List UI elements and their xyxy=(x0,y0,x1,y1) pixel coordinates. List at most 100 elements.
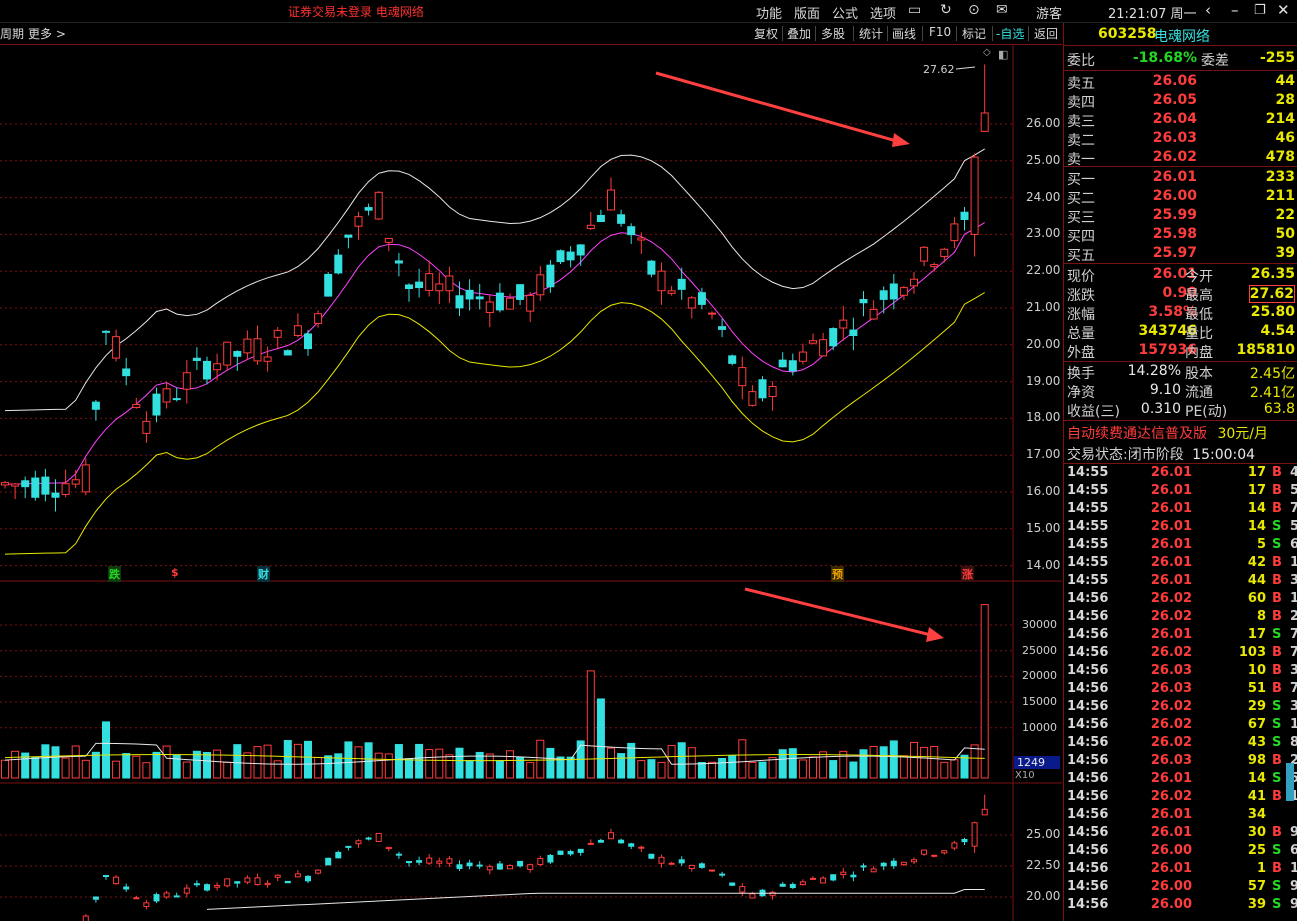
maximize-icon[interactable]: ❐ xyxy=(1254,3,1266,18)
tick-row[interactable]: 14:55 26.01 14 S 5 xyxy=(1064,519,1297,537)
candle-body xyxy=(283,350,292,356)
tool-multi-stock[interactable]: 多股 xyxy=(821,25,845,42)
tick-row[interactable]: 14:55 26.01 5 S 6 xyxy=(1064,537,1297,555)
tick-side: B xyxy=(1272,789,1282,804)
volume-bar xyxy=(11,750,20,779)
event-marker-dividend[interactable]: $ xyxy=(170,566,180,579)
tick-row[interactable]: 14:56 26.02 67 S 17 xyxy=(1064,717,1297,735)
period-selector[interactable]: 周期 xyxy=(0,25,24,42)
tick-count: 11 xyxy=(1290,555,1297,570)
volume-bar xyxy=(192,750,201,779)
event-marker-finance[interactable]: 财 xyxy=(257,566,270,582)
tick-volume: 10 xyxy=(1247,663,1266,678)
tick-row[interactable]: 14:5626.0114S5 xyxy=(1064,771,1297,789)
event-marker-fall[interactable]: 跌 xyxy=(108,566,121,582)
tick-volume: 8 xyxy=(1256,609,1266,624)
lower-candle-body xyxy=(840,871,847,876)
back-icon[interactable]: ‹ xyxy=(1205,1,1211,19)
menu-function[interactable]: 功能 xyxy=(756,3,782,22)
refresh-icon[interactable]: ↻ xyxy=(940,2,952,18)
sell-row[interactable]: 卖二 26.03 46 xyxy=(1067,130,1297,149)
tick-volume: 14 xyxy=(1247,771,1266,786)
lower-candle-body xyxy=(709,869,715,872)
tick-row[interactable]: 14:55 26.01 17 B 4 xyxy=(1064,465,1297,483)
sell-label: 卖五 xyxy=(1067,76,1095,92)
tick-side: S xyxy=(1272,537,1282,552)
buy-price: 25.98 xyxy=(1152,226,1197,242)
tick-row[interactable]: 14:56 26.02 60 B 14 xyxy=(1064,591,1297,609)
volume-bar xyxy=(920,746,929,779)
mail-icon[interactable]: ✉ xyxy=(996,2,1008,18)
kline-chart-area[interactable]: ◇ 27.62 ◧ 1249 X10 跌 $ 财 预 涨 26.00 25.00 2… xyxy=(0,45,1062,921)
price-tick: 20.00 xyxy=(1026,336,1061,351)
tool-restore-rights[interactable]: 复权 xyxy=(754,25,778,42)
buy-row[interactable]: 买四 25.98 50 xyxy=(1067,226,1297,245)
lower-candle-body xyxy=(537,857,544,865)
lock-icon[interactable]: ⊙ xyxy=(968,2,980,18)
tick-row[interactable]: 14:56 26.00 57 S 9 xyxy=(1064,879,1297,897)
tool-overlay[interactable]: 叠加 xyxy=(787,25,811,42)
menu-layout[interactable]: 版面 xyxy=(794,3,820,22)
tick-row[interactable]: 14:56 26.03 10 B 3 xyxy=(1064,663,1297,681)
tick-row[interactable]: 14:56 26.01 34 xyxy=(1064,807,1297,825)
tick-row[interactable]: 14:56 26.02 103 B 7 xyxy=(1064,645,1297,663)
tick-row[interactable]: 14:56 26.02 43 S 8 xyxy=(1064,735,1297,753)
tool-mark[interactable]: 标记 xyxy=(962,25,986,42)
sell-row[interactable]: 卖四 26.05 28 xyxy=(1067,92,1297,111)
buy-row[interactable]: 买一 26.01 233 xyxy=(1067,169,1297,188)
tick-row[interactable]: 14:55 26.01 42 B 11 xyxy=(1064,555,1297,573)
tick-row[interactable]: 14:56 26.03 51 B 7 xyxy=(1064,681,1297,699)
tick-row[interactable]: 14:56 26.01 1 B 1 xyxy=(1064,861,1297,879)
close-icon[interactable]: ✕ xyxy=(1277,1,1290,19)
tick-row[interactable]: 14:5626.0241B1 xyxy=(1064,789,1297,807)
menu-options[interactable]: 选项 xyxy=(870,3,896,22)
tool-watchlist[interactable]: -自选 xyxy=(996,25,1024,42)
minimize-icon[interactable]: – xyxy=(1231,1,1239,19)
stock-name: 电魂网络 xyxy=(1154,29,1210,45)
sell-row[interactable]: 卖五 26.06 44 xyxy=(1067,73,1297,92)
window-icon[interactable]: ▭ xyxy=(908,2,921,18)
tick-price: 26.01 xyxy=(1150,519,1192,534)
buy-row[interactable]: 买三 25.99 22 xyxy=(1067,207,1297,226)
tool-statistics[interactable]: 统计 xyxy=(859,25,883,42)
candle-body xyxy=(425,273,434,291)
sell-volume: 214 xyxy=(1265,111,1295,127)
tick-row[interactable]: 14:56 26.02 29 S 3 xyxy=(1064,699,1297,717)
sell-row[interactable]: 卖三 26.04 214 xyxy=(1067,111,1297,130)
diamond-icon: ◇ xyxy=(983,47,991,58)
more-button[interactable]: 更多 > xyxy=(28,25,66,42)
chart-settings-icon[interactable]: ◧ xyxy=(998,48,1008,61)
tick-row[interactable]: 14:56 26.00 25 S 6 xyxy=(1064,843,1297,861)
user-guest[interactable]: 游客 xyxy=(1036,3,1062,22)
tick-count: 17 xyxy=(1290,717,1297,732)
tool-f10[interactable]: F10 xyxy=(929,25,951,39)
tick-row[interactable]: 14:56 26.00 39 S 9 xyxy=(1064,897,1297,915)
tool-draw-line[interactable]: 画线 xyxy=(892,25,916,42)
volume-bar xyxy=(1,759,9,779)
volume-bar xyxy=(445,754,454,779)
tick-row[interactable]: 14:55 26.01 17 B 5 xyxy=(1064,483,1297,501)
kline-chart-svg[interactable]: ◇ xyxy=(0,45,1062,921)
lower-candle-body xyxy=(335,851,342,859)
tick-time: 14:56 xyxy=(1067,843,1109,858)
tool-back[interactable]: 返回 xyxy=(1034,25,1058,42)
tick-row[interactable]: 14:56 26.02 8 B 2 xyxy=(1064,609,1297,627)
tick-row[interactable]: 14:56 26.01 30 B 9 xyxy=(1064,825,1297,843)
tick-row[interactable]: 14:5626.0398B21 xyxy=(1064,753,1297,771)
event-marker-rise[interactable]: 涨 xyxy=(961,566,974,582)
fund-value: 14.28% xyxy=(1127,363,1181,379)
tick-row[interactable]: 14:55 26.01 14 B 7 xyxy=(1064,501,1297,519)
buy-row[interactable]: 买二 26.00 211 xyxy=(1067,188,1297,207)
tick-row[interactable]: 14:56 26.01 17 S 7 xyxy=(1064,627,1297,645)
tick-row[interactable]: 14:55 26.01 44 B 3 xyxy=(1064,573,1297,591)
volume-bar xyxy=(950,759,959,779)
lower-candle-body xyxy=(921,849,928,855)
volume-tick: 15000 xyxy=(1022,695,1057,709)
renewal-ad[interactable]: 自动续费通达信普及版 30元/月 xyxy=(1067,423,1268,443)
event-marker-forecast[interactable]: 预 xyxy=(831,566,844,582)
candle-body xyxy=(960,211,969,221)
buy-row[interactable]: 买五 25.97 39 xyxy=(1067,245,1297,264)
menu-formula[interactable]: 公式 xyxy=(832,3,858,22)
lower-candle-body xyxy=(214,884,221,888)
tick-scrollbar[interactable] xyxy=(1286,763,1294,801)
